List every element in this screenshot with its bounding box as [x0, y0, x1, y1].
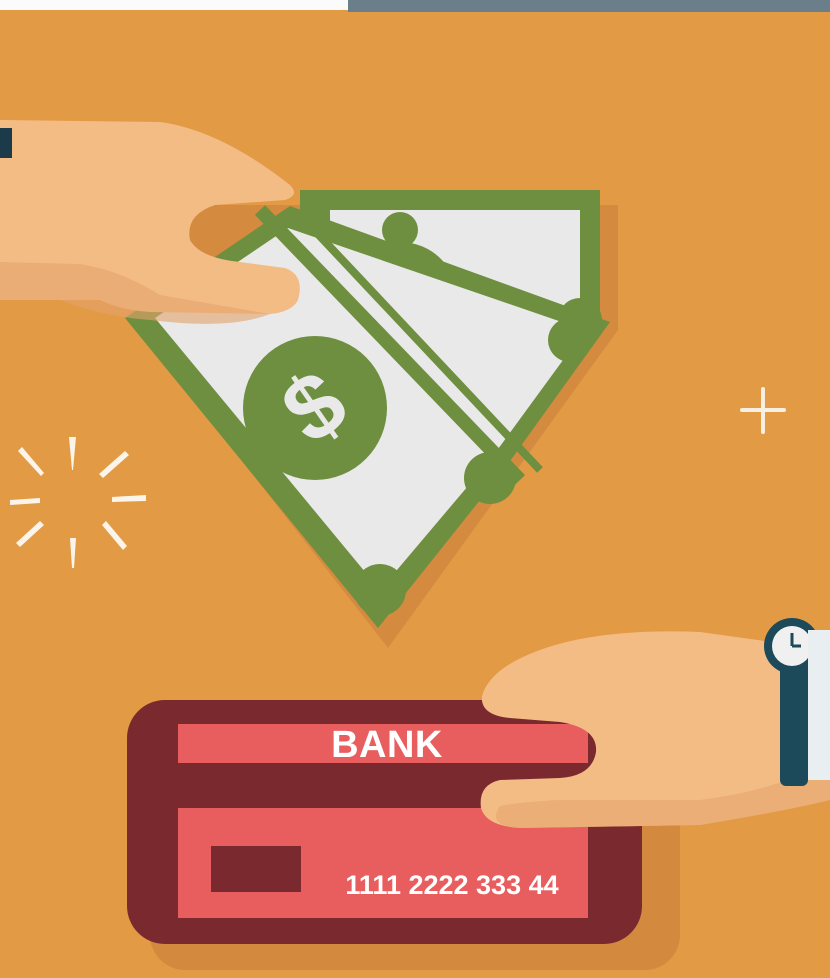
- card-chip: [211, 846, 301, 892]
- plus-sparkle-icon: [740, 387, 786, 434]
- illustration-scene: $ $ BANK: [0, 0, 830, 978]
- card-number: 1111 2222 333 44: [345, 870, 558, 900]
- bank-label: BANK: [331, 724, 443, 766]
- burst-rays-icon: [10, 437, 146, 568]
- illustration-canvas: $ $ BANK: [0, 120, 830, 970]
